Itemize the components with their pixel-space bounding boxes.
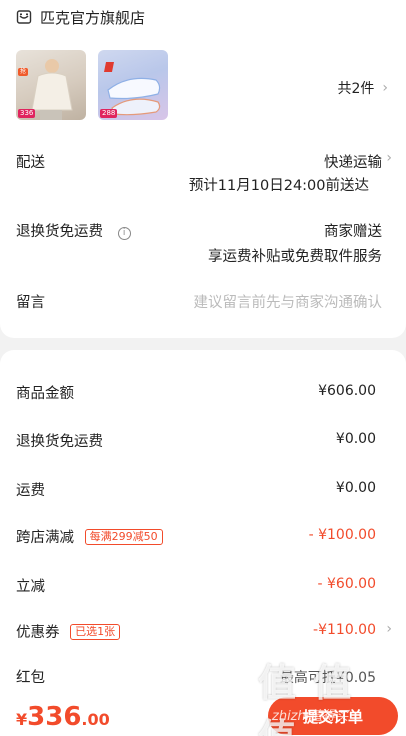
coupon-tag: 已选1张 [70,624,121,640]
cross-store-label: 跨店满减 [16,530,74,546]
chevron-right-icon[interactable]: › [386,621,392,637]
thumb-badge: 抢 [18,68,29,76]
thumb-price-tag: 336 [18,109,36,118]
goods-amount-value: ¥606.00 [318,383,376,399]
watermark-site: zhizhi值得买 [272,709,349,724]
store-name: 匹克官方旗舰店 [40,8,146,27]
chevron-right-icon: › [382,80,388,96]
coupon-value[interactable]: -¥110.00 [313,622,376,638]
coupon-label: 优惠券 [16,625,60,641]
product-thumbnail-hoodie[interactable]: 抢 336 [16,50,86,120]
shipping-value: ¥0.00 [335,480,376,496]
item-count-link[interactable]: 共2件 › [337,78,388,98]
cross-store-value: - ¥100.00 [308,527,376,543]
shipping-label: 运费 [16,483,45,499]
store-header[interactable]: 匹克官方旗舰店 [16,6,145,28]
cross-store-tag: 每满299减50 [84,529,163,545]
delivery-eta: 预计11月10日24:00前送达 [188,178,369,194]
coupon-row[interactable]: 优惠券 已选1张 [16,621,121,642]
return-insurance-row: 退换货免运费 i [16,220,131,241]
instant-discount-label: 立减 [16,579,45,595]
store-icon [16,10,32,24]
chevron-right-icon[interactable]: › [386,150,392,166]
order-info-card: 匹克官方旗舰店 抢 336 288 共2件 › 配送 快递运输 › 预计11月1… [0,0,406,338]
message-label: 留言 [16,295,45,311]
return-free-value: ¥0.00 [335,431,376,447]
return-insurance-label: 退换货免运费 [16,224,103,240]
cross-store-row: 跨店满减 每满299减50 [16,526,163,547]
message-input[interactable]: 建议留言前先与商家沟通确认 [194,291,383,312]
total-decimal: .00 [81,710,110,729]
red-packet-label: 红包 [16,670,45,686]
total-currency: ¥ [16,710,28,729]
item-count-label: 共2件 [337,81,375,97]
product-thumbnail-shoes[interactable]: 288 [98,50,168,120]
instant-discount-value: - ¥60.00 [317,576,377,592]
return-insurance-value: 商家赠送 [324,224,382,240]
goods-amount-label: 商品金额 [16,386,74,402]
total-integer: 336 [27,702,82,732]
thumb-price-tag: 288 [100,109,118,118]
total-price: ¥336.00 [16,702,110,732]
info-icon[interactable]: i [117,227,131,240]
return-free-label: 退换货免运费 [16,434,103,450]
return-insurance-desc: 享运费补贴或免费取件服务 [208,249,382,265]
delivery-method[interactable]: 快递运输 [324,151,382,172]
delivery-label: 配送 [16,155,45,171]
